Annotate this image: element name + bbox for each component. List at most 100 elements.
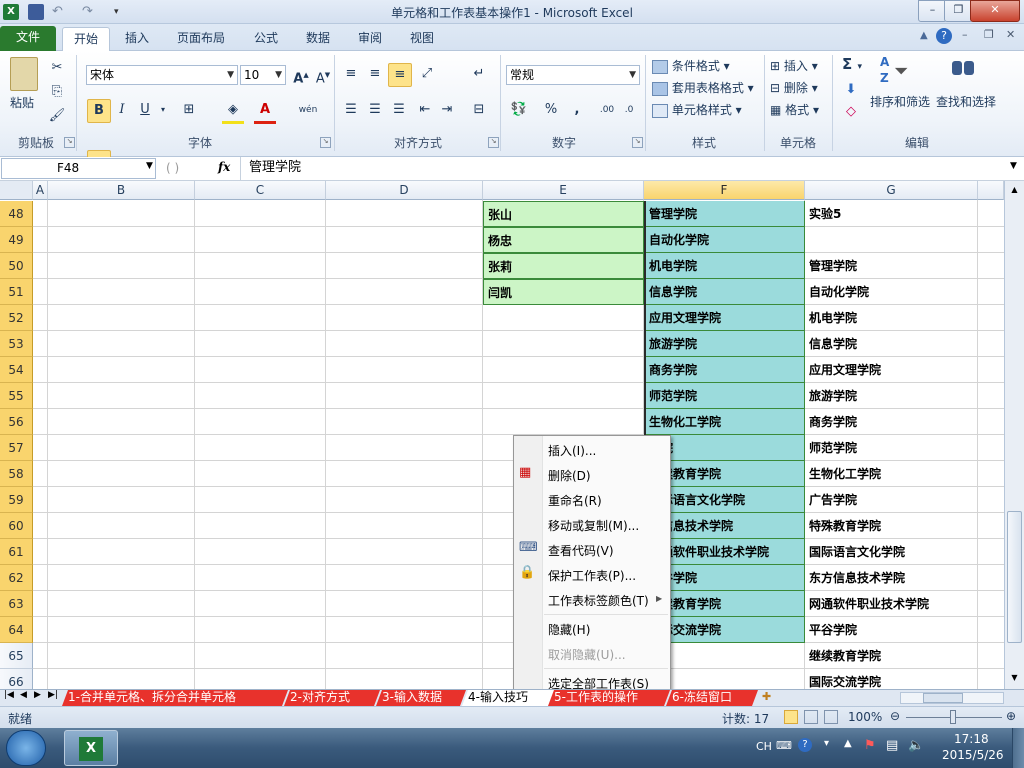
workbook-close-icon[interactable]: ✕	[1006, 28, 1015, 41]
insert-sheet-icon[interactable]: ✚	[762, 690, 771, 703]
row-header[interactable]: 60	[0, 513, 33, 539]
action-center-icon[interactable]: ⚑	[864, 738, 876, 753]
percent-button[interactable]: %	[540, 99, 562, 121]
underline-dropdown-icon[interactable]: ▾	[152, 99, 174, 121]
tab-home[interactable]: 开始	[62, 27, 110, 52]
column-header[interactable]: B	[48, 181, 195, 200]
horizontal-scrollbar[interactable]	[900, 692, 1004, 704]
cell-g-54[interactable]: 应用文理学院	[805, 357, 978, 383]
cell-g-63[interactable]: 网通软件职业技术学院	[805, 591, 978, 617]
next-sheet-icon[interactable]: ▶	[34, 690, 41, 700]
workbook-restore-icon[interactable]: ❐	[984, 28, 994, 41]
restore-button[interactable]: ❐	[944, 0, 973, 22]
conditional-format-button[interactable]: 条件格式 ▾	[652, 57, 730, 74]
context-menu-item[interactable]: 查看代码(V)	[548, 540, 614, 562]
volume-icon[interactable]: 🔈	[908, 738, 924, 753]
tab-review[interactable]: 审阅	[348, 27, 392, 51]
paste-icon[interactable]	[10, 57, 38, 91]
cell-g-66[interactable]: 国际交流学院	[805, 669, 978, 689]
sheet-tab[interactable]: 4-输入技巧	[462, 690, 554, 706]
align-right-icon[interactable]: ☰	[388, 99, 410, 121]
row-header[interactable]: 59	[0, 487, 33, 513]
zoom-out-icon[interactable]: ⊖	[890, 709, 900, 723]
merge-center-icon[interactable]: ⊟	[468, 99, 490, 121]
zoom-level[interactable]: 100%	[848, 710, 882, 724]
fill-color-icon[interactable]: ◈	[222, 99, 244, 124]
cell-g-58[interactable]: 生物化工学院	[805, 461, 978, 487]
format-cells-button[interactable]: ▦ 格式 ▾	[770, 101, 819, 118]
cell-g-64[interactable]: 平谷学院	[805, 617, 978, 643]
cell-e-50[interactable]: 张莉	[483, 253, 644, 279]
tab-page-layout[interactable]: 页面布局	[168, 27, 234, 51]
prev-sheet-icon[interactable]: ◀	[20, 690, 27, 700]
row-header[interactable]: 58	[0, 461, 33, 487]
show-hidden-icons[interactable]: ▲	[844, 738, 852, 749]
row-header[interactable]: 63	[0, 591, 33, 617]
cell-g-48[interactable]: 实验5	[805, 201, 978, 227]
number-launcher-icon[interactable]: ↘	[632, 137, 643, 148]
cell-styles-button[interactable]: 单元格样式 ▾	[652, 101, 742, 118]
page-layout-view-icon[interactable]	[804, 710, 818, 724]
name-box[interactable]: F48	[1, 158, 156, 179]
context-menu-item[interactable]: 删除(D)	[548, 465, 591, 487]
tab-insert[interactable]: 插入	[114, 27, 160, 51]
align-top-icon[interactable]: ≡	[340, 63, 362, 85]
shrink-font-icon[interactable]: A▼	[312, 64, 334, 86]
row-header[interactable]: 64	[0, 617, 33, 643]
cell-g-62[interactable]: 东方信息技术学院	[805, 565, 978, 591]
sheet-tab[interactable]: 2-对齐方式	[284, 690, 380, 706]
paste-button[interactable]: 粘贴	[10, 94, 34, 111]
context-menu-item[interactable]: 移动或复制(M)...	[548, 515, 639, 537]
cell-g-51[interactable]: 自动化学院	[805, 279, 978, 305]
wrap-text-icon[interactable]: ↵	[468, 63, 490, 85]
start-button[interactable]	[6, 730, 46, 766]
cell-g-53[interactable]: 信息学院	[805, 331, 978, 357]
row-header[interactable]: 62	[0, 565, 33, 591]
accounting-format-icon[interactable]: 💱	[508, 99, 530, 121]
row-header[interactable]: 49	[0, 227, 33, 253]
sort-filter-button[interactable]: 排序和筛选	[870, 93, 930, 110]
scroll-up-icon[interactable]: ▲	[1007, 183, 1022, 197]
page-break-view-icon[interactable]	[824, 710, 838, 724]
cell-f-53[interactable]: 旅游学院	[644, 331, 805, 357]
last-sheet-icon[interactable]: ▶|	[48, 690, 58, 700]
collapse-ribbon-icon[interactable]: ▲	[920, 30, 928, 41]
tab-view[interactable]: 视图	[400, 27, 444, 51]
cell-f-51[interactable]: 信息学院	[644, 279, 805, 305]
cell-f-49[interactable]: 自动化学院	[644, 227, 805, 253]
cell-g-56[interactable]: 商务学院	[805, 409, 978, 435]
increase-decimal-icon[interactable]: .00	[596, 99, 618, 121]
cell-g-60[interactable]: 特殊教育学院	[805, 513, 978, 539]
cell-g-65[interactable]: 继续教育学院	[805, 643, 978, 669]
grow-font-icon[interactable]: A▲	[290, 64, 312, 86]
name-box-dropdown-icon[interactable]: ▼	[146, 161, 153, 171]
row-header[interactable]: 48	[0, 201, 33, 227]
align-bottom-icon[interactable]: ≡	[388, 63, 412, 87]
sheet-tab[interactable]: 6-冻结窗口	[666, 690, 758, 706]
cell-e-48[interactable]: 张山	[483, 201, 644, 227]
decrease-decimal-icon[interactable]: .0	[618, 99, 640, 121]
cell-g-57[interactable]: 师范学院	[805, 435, 978, 461]
row-header[interactable]: 55	[0, 383, 33, 409]
context-menu-item[interactable]: 工作表标签颜色(T)	[548, 590, 649, 612]
column-header[interactable]: E	[483, 181, 644, 200]
row-header[interactable]: 65	[0, 643, 33, 669]
cell-g-49[interactable]	[805, 227, 978, 253]
cell-e-51[interactable]: 闫凯	[483, 279, 644, 305]
language-indicator[interactable]: CH	[756, 740, 772, 753]
bold-button[interactable]: B	[87, 99, 111, 123]
row-header[interactable]: 50	[0, 253, 33, 279]
insert-function-button[interactable]: fx	[218, 160, 230, 174]
minimize-button[interactable]: –	[918, 0, 947, 22]
select-all-corner[interactable]	[0, 181, 33, 200]
sheet-tab[interactable]: 3-输入数据	[376, 690, 466, 706]
align-left-icon[interactable]: ☰	[340, 99, 362, 121]
first-sheet-icon[interactable]: |◀	[4, 690, 14, 700]
column-header[interactable]: A	[33, 181, 48, 200]
increase-indent-icon[interactable]: ⇥	[436, 99, 458, 121]
cell-f-48[interactable]: 管理学院	[644, 201, 805, 227]
comma-button[interactable]: ,	[566, 99, 588, 121]
cell-e-49[interactable]: 杨忠	[483, 227, 644, 253]
tab-file[interactable]: 文件	[0, 26, 56, 51]
zoom-in-icon[interactable]: ⊕	[1006, 709, 1016, 723]
